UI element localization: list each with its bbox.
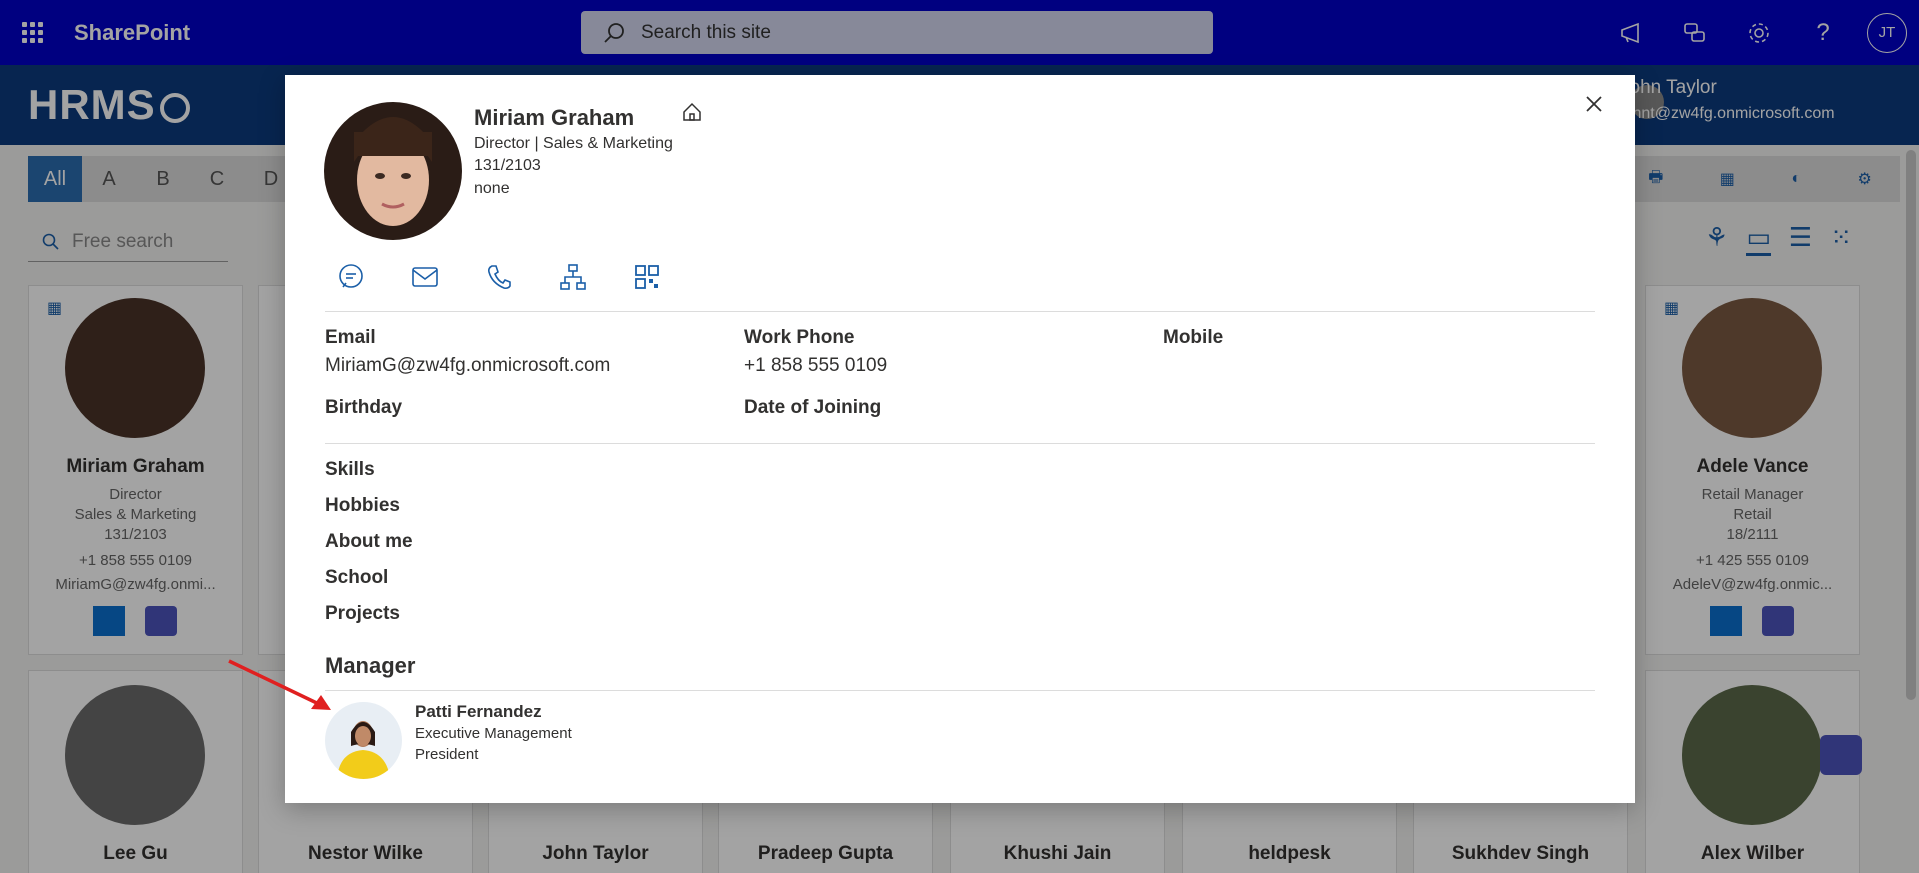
profile-office: 131/2103 bbox=[474, 157, 541, 174]
profile-title: Director | Sales & Marketing bbox=[474, 135, 673, 152]
profile-dialog: Miriam Graham Director | Sales & Marketi… bbox=[285, 75, 1635, 803]
profile-photo bbox=[324, 102, 462, 240]
close-icon bbox=[1586, 96, 1602, 112]
annotation-arrow bbox=[228, 659, 331, 710]
divider bbox=[325, 311, 1595, 312]
email-value[interactable]: MiriamG@zw4fg.onmicrosoft.com bbox=[325, 355, 610, 377]
projects-label: Projects bbox=[325, 603, 400, 624]
hobbies-label: Hobbies bbox=[325, 495, 400, 516]
close-button[interactable] bbox=[1579, 89, 1609, 119]
date-of-joining-label: Date of Joining bbox=[744, 397, 882, 418]
manager-name[interactable]: Patti Fernandez bbox=[415, 702, 542, 722]
divider bbox=[325, 443, 1595, 444]
profile-name: Miriam Graham bbox=[474, 105, 635, 130]
manager-role: President bbox=[415, 746, 479, 763]
home-icon[interactable] bbox=[681, 101, 703, 128]
birthday-label: Birthday bbox=[325, 397, 403, 418]
phone-action-icon[interactable] bbox=[485, 263, 513, 291]
mobile-label: Mobile bbox=[1163, 327, 1224, 348]
chat-action-icon[interactable] bbox=[337, 263, 365, 291]
qr-code-action-icon[interactable] bbox=[633, 263, 661, 291]
manager-department: Executive Management bbox=[415, 725, 572, 742]
work-phone-label: Work Phone bbox=[744, 327, 855, 348]
mail-action-icon[interactable] bbox=[411, 263, 439, 291]
divider bbox=[325, 690, 1595, 691]
skills-label: Skills bbox=[325, 459, 375, 480]
manager-heading: Manager bbox=[325, 653, 416, 678]
work-phone-value[interactable]: +1 858 555 0109 bbox=[744, 355, 887, 377]
email-label: Email bbox=[325, 327, 376, 348]
contact-actions bbox=[337, 263, 661, 291]
about-me-label: About me bbox=[325, 531, 413, 552]
profile-extra: none bbox=[474, 180, 510, 197]
manager-photo[interactable] bbox=[325, 702, 402, 779]
org-chart-action-icon[interactable] bbox=[559, 263, 587, 291]
school-label: School bbox=[325, 567, 389, 588]
